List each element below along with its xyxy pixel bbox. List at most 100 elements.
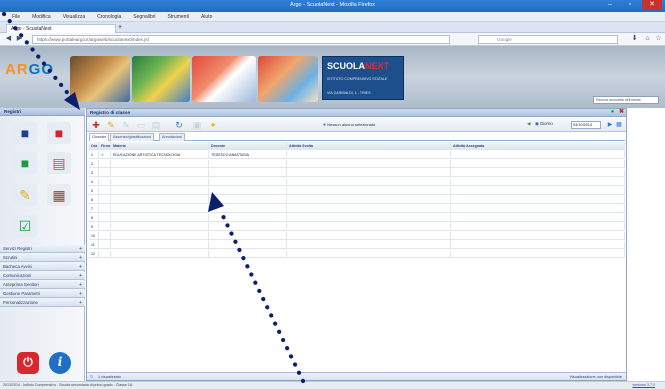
- menu-visualizza[interactable]: Visualizza: [63, 14, 85, 20]
- menu-strumenti[interactable]: Strumenti: [168, 14, 189, 20]
- add-record-icon[interactable]: ✚: [90, 119, 102, 131]
- sidebar-tile-registro-rosso[interactable]: ■: [47, 122, 71, 144]
- sidebar-tile-classe[interactable]: ■: [13, 152, 37, 174]
- date-input[interactable]: 03/10/2014: [571, 121, 601, 129]
- table-row[interactable]: 9: [89, 223, 625, 231]
- menu-file[interactable]: File: [12, 14, 20, 20]
- new-tab-button[interactable]: +: [118, 24, 128, 33]
- sidebar-title: Registri: [0, 108, 85, 116]
- minimize-button[interactable]: –: [600, 0, 620, 10]
- cell-attivita-assegnata: [451, 214, 625, 222]
- menu-aiuto[interactable]: Aiuto: [201, 14, 212, 20]
- column-header[interactable]: Firma: [99, 142, 111, 150]
- sidebar-accordion-servizi-registri[interactable]: Servizi Registri +: [0, 245, 85, 253]
- cell-attivita-assegnata: [451, 223, 625, 231]
- column-header[interactable]: Docente: [209, 142, 287, 150]
- column-header[interactable]: Ora: [89, 142, 99, 150]
- version-link[interactable]: versione 3.7.0: [632, 382, 655, 389]
- bookmark-star-icon[interactable]: ☆: [654, 35, 663, 44]
- delete-disabled-icon[interactable]: ✎: [120, 119, 132, 131]
- table-row[interactable]: 2: [89, 160, 625, 168]
- menu-modifica[interactable]: Modifica: [32, 14, 51, 20]
- table-row[interactable]: 3: [89, 169, 625, 177]
- sidebar-accordion-parametri[interactable]: Gestione Parametri +: [0, 290, 85, 298]
- refresh-panel-icon[interactable]: ●: [609, 109, 616, 116]
- refresh-icon[interactable]: ↻: [173, 119, 185, 131]
- table-row[interactable]: 10: [89, 232, 625, 240]
- column-header[interactable]: Attività Svolta: [287, 142, 451, 150]
- sidebar-tile-note[interactable]: ✎: [13, 184, 37, 206]
- plus-icon: +: [79, 264, 82, 270]
- status-text: 2013/2014 - Istituto Comprensivo - Scuol…: [3, 383, 133, 387]
- sidebar-accordion-comunicazioni[interactable]: Comunicazioni +: [0, 272, 85, 280]
- logout-button[interactable]: ⏻: [17, 352, 39, 374]
- cell-docente: [209, 250, 287, 258]
- table-row[interactable]: 4: [89, 178, 625, 186]
- sidebar-tile-verifica[interactable]: ☑: [13, 215, 37, 237]
- sidebar-tile-calendario[interactable]: ▤: [47, 152, 71, 174]
- banner-search-input[interactable]: Ricerca annualità dell'utente: [593, 96, 659, 104]
- maximize-button[interactable]: ▫: [620, 0, 640, 10]
- column-header[interactable]: Materia: [111, 142, 209, 150]
- table-row[interactable]: 1 ✔ EDUCAZIONE ARTISTICA TECNOLOGIA TEDESCO…: [89, 151, 625, 159]
- print-disabled-icon[interactable]: ▤: [150, 119, 162, 131]
- sidebar-tile-registro[interactable]: ■: [13, 122, 37, 144]
- accordion-label: Personalizzazione: [3, 300, 38, 305]
- sidebar-accordion-scrutini[interactable]: Scrutini +: [0, 254, 85, 262]
- cell-attivita-assegnata: [451, 178, 625, 186]
- table-row[interactable]: 7: [89, 205, 625, 213]
- table-row[interactable]: 12: [89, 250, 625, 258]
- back-icon[interactable]: ◀: [4, 35, 13, 44]
- footer-count: 1 visualizzato: [98, 375, 121, 379]
- lock-disabled-icon[interactable]: ▣: [191, 119, 203, 131]
- tab-annotazioni[interactable]: Annotazioni: [159, 133, 185, 141]
- calendar-small-icon[interactable]: ◼: [535, 121, 539, 126]
- cell-attivita-svolta: [287, 205, 451, 213]
- sidebar-accordion-personalizzazione[interactable]: Personalizzazione +: [0, 299, 85, 307]
- lightbulb-icon[interactable]: ✦: [207, 119, 219, 131]
- accordion-label: Bacheca Avvisi: [3, 264, 32, 269]
- info-button[interactable]: i: [49, 352, 71, 374]
- forward-icon[interactable]: ▶: [15, 35, 24, 44]
- download-icon[interactable]: ⬇: [630, 35, 639, 44]
- url-bar[interactable]: https://www.portaleargo.it/argoweb/scuol…: [32, 35, 450, 44]
- edit-pencil-icon[interactable]: ✎: [105, 119, 117, 131]
- browser-search-input[interactable]: Google: [478, 35, 618, 44]
- menu-cronologia[interactable]: Cronologia: [97, 14, 121, 20]
- window-title: Argo - ScuolaNext - Mozilla Firefox: [290, 2, 375, 8]
- sidebar-accordion-bacheca[interactable]: Bacheca Avvisi +: [0, 263, 85, 271]
- home-icon[interactable]: ⌂: [643, 35, 652, 44]
- table-row[interactable]: 6: [89, 196, 625, 204]
- tab-assenze[interactable]: Assenze/giustificazioni: [110, 133, 155, 141]
- tab-giornale[interactable]: Giornale: [89, 133, 110, 141]
- logo-part-b: GO: [28, 61, 55, 78]
- cell-ora: 9: [89, 223, 99, 231]
- close-panel-icon[interactable]: ✖: [618, 109, 625, 116]
- copy-disabled-icon[interactable]: ▭: [135, 119, 147, 131]
- browser-tab[interactable]: Argo - ScuolaNext: [6, 24, 116, 33]
- sidebar-tile-archivio[interactable]: ▦: [47, 184, 71, 206]
- footer-refresh-icon[interactable]: ↻: [90, 373, 93, 381]
- banner-students-image: [258, 56, 318, 102]
- selected-student-text: Nessun alunno selezionato: [327, 122, 376, 127]
- menu-segnalibri[interactable]: Segnalibri: [133, 14, 155, 20]
- cell-ora: 7: [89, 205, 99, 213]
- school-line-2: VIA GARIBALDI, 1 - TRIES: [327, 91, 371, 95]
- cell-attivita-assegnata: [451, 232, 625, 240]
- cell-attivita-assegnata: [451, 160, 625, 168]
- sidebar-accordion-anteprima[interactable]: Anteprima Genitori +: [0, 281, 85, 289]
- cell-docente: TEDESCO ANASTASIA: [209, 151, 287, 159]
- cell-docente: [209, 160, 287, 168]
- cell-ora: 1: [89, 151, 99, 159]
- cell-ora: 8: [89, 214, 99, 222]
- prev-day-icon[interactable]: ◀: [527, 121, 530, 126]
- table-row[interactable]: 5: [89, 187, 625, 195]
- table-row[interactable]: 8: [89, 214, 625, 222]
- calendar-picker-icon[interactable]: ▦: [613, 119, 625, 131]
- cell-attivita-assegnata: [451, 250, 625, 258]
- sidebar: Registri ■ ■ ■ ▤ ✎ ▦ ☑ Servizi Registri +…: [0, 108, 85, 381]
- close-button[interactable]: ✕: [642, 0, 662, 10]
- table-row[interactable]: 11: [89, 241, 625, 249]
- column-header[interactable]: Attività Assegnata: [451, 142, 625, 150]
- cell-firma: ✔: [99, 151, 111, 159]
